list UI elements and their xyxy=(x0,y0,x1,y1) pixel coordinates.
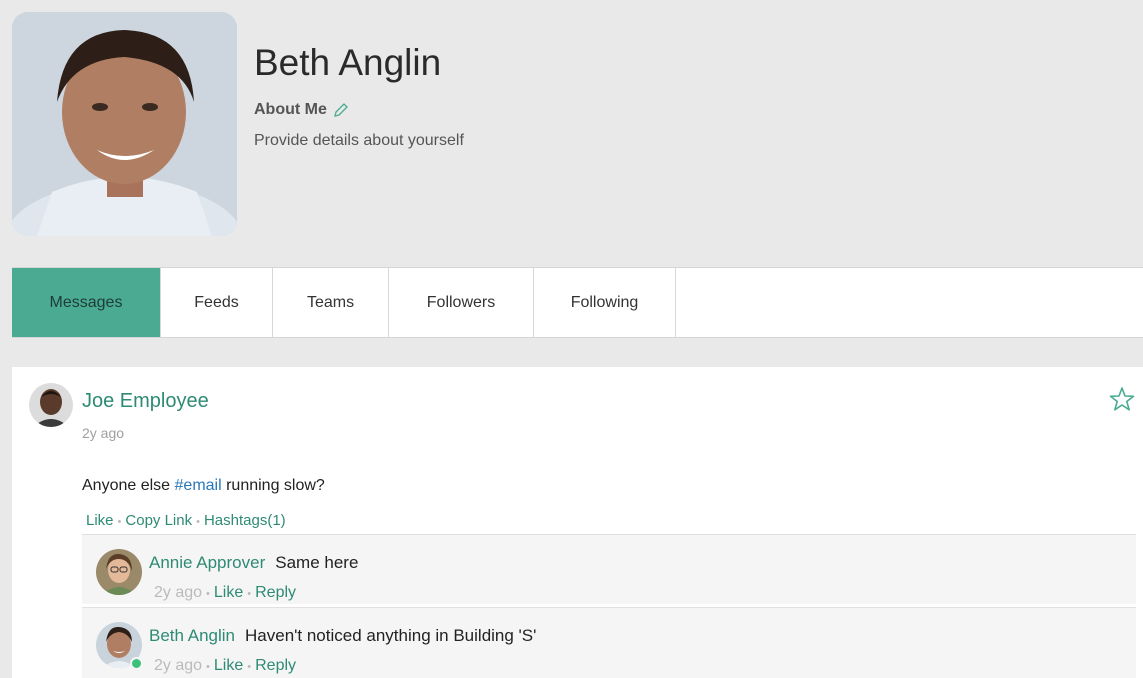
hashtags-link[interactable]: Hashtags(1) xyxy=(204,512,286,529)
tab-followers[interactable]: Followers xyxy=(389,268,534,337)
comment-reply-link[interactable]: Reply xyxy=(255,657,296,674)
star-icon[interactable] xyxy=(1108,385,1136,413)
separator-dot: • xyxy=(206,588,210,600)
about-me-row: About Me xyxy=(254,101,349,119)
like-link[interactable]: Like xyxy=(86,512,114,529)
separator-dot: • xyxy=(247,588,252,600)
post-body: Anyone else #email running slow? xyxy=(82,477,325,495)
comment-author[interactable]: Annie Approver xyxy=(149,553,265,572)
comment-avatar[interactable] xyxy=(96,549,142,595)
post-author-avatar[interactable] xyxy=(29,383,73,427)
copy-link-link[interactable]: Copy Link xyxy=(125,512,192,529)
separator-dot: • xyxy=(247,661,252,673)
separator-dot: • xyxy=(206,661,210,673)
comment-meta: 2y ago • Like • Reply xyxy=(154,584,296,602)
about-me-label: About Me xyxy=(254,101,327,118)
comment-author[interactable]: Beth Anglin xyxy=(149,626,235,645)
tab-teams[interactable]: Teams xyxy=(273,268,389,337)
comment-meta: 2y ago • Like • Reply xyxy=(154,657,296,675)
post-text-before: Anyone else xyxy=(82,477,175,494)
comment-text: Haven't noticed anything in Building 'S' xyxy=(245,626,537,645)
profile-tabs: Messages Feeds Teams Followers Following xyxy=(12,267,1143,338)
comment-header: Annie Approver Same here xyxy=(149,553,358,573)
comment-timestamp: 2y ago xyxy=(154,657,203,674)
tab-messages[interactable]: Messages xyxy=(12,268,161,337)
comment-reply-link[interactable]: Reply xyxy=(255,584,296,601)
post-timestamp: 2y ago xyxy=(82,425,125,441)
comment-text: Same here xyxy=(275,553,359,572)
tab-feeds[interactable]: Feeds xyxy=(161,268,273,337)
profile-avatar xyxy=(12,12,237,236)
pencil-icon[interactable] xyxy=(333,102,349,118)
tab-following[interactable]: Following xyxy=(534,268,676,337)
profile-name: Beth Anglin xyxy=(254,42,442,83)
post-card: Joe Employee 2y ago Anyone else #email r… xyxy=(12,367,1143,678)
comment-item: Beth Anglin Haven't noticed anything in B… xyxy=(82,607,1136,678)
about-me-description[interactable]: Provide details about yourself xyxy=(254,132,464,150)
hashtag-link[interactable]: #email xyxy=(175,477,222,494)
profile-header: Beth Anglin About Me Provide details abo… xyxy=(0,6,1143,236)
post-actions: Like • Copy Link • Hashtags(1) xyxy=(86,512,286,529)
separator-dot: • xyxy=(196,516,200,528)
comment-like-link[interactable]: Like xyxy=(214,584,243,601)
comment-timestamp: 2y ago xyxy=(154,584,203,601)
comment-item: Annie Approver Same here 2y ago • Like • Repl… xyxy=(82,534,1136,604)
post-text-after: running slow? xyxy=(221,477,325,494)
separator-dot: • xyxy=(117,516,122,528)
comment-header: Beth Anglin Haven't noticed anything in B… xyxy=(149,626,536,646)
comment-like-link[interactable]: Like xyxy=(214,657,243,674)
online-status-indicator xyxy=(130,657,143,670)
post-author-name[interactable]: Joe Employee xyxy=(82,390,209,413)
